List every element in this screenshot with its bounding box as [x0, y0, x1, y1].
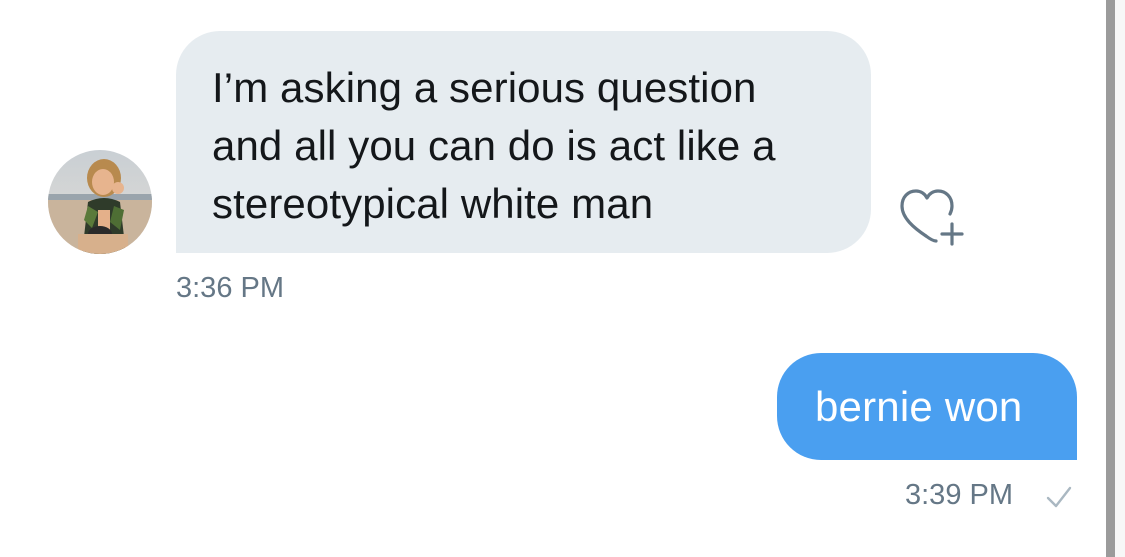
message-line: stereotypical white man	[212, 180, 654, 227]
incoming-message-bubble[interactable]: I’m asking a serious question and all yo…	[176, 31, 871, 253]
scrollbar-track	[1115, 0, 1125, 557]
dm-conversation: I’m asking a serious question and all yo…	[0, 0, 1125, 557]
checkmark-icon	[1044, 482, 1074, 512]
incoming-timestamp: 3:36 PM	[176, 272, 284, 304]
outgoing-timestamp: 3:39 PM	[905, 479, 1013, 511]
outgoing-message-text: bernie won	[815, 382, 1023, 430]
user-avatar-icon	[48, 150, 152, 254]
heart-plus-icon[interactable]	[894, 184, 966, 250]
message-line: and all you can do is act like a	[212, 122, 776, 169]
outgoing-message-bubble[interactable]: bernie won	[777, 353, 1077, 460]
avatar[interactable]	[48, 150, 152, 254]
message-line: I’m asking a serious question	[212, 64, 757, 111]
scrollbar[interactable]	[1106, 0, 1115, 557]
incoming-message-text: I’m asking a serious question and all yo…	[212, 59, 831, 233]
